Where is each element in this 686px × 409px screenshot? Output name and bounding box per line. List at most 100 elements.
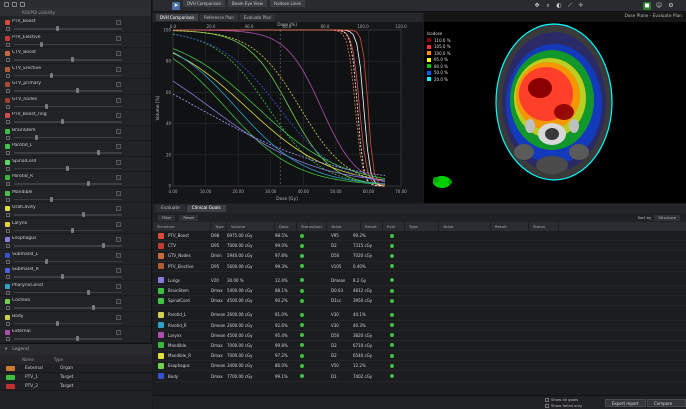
roi-slider-handle[interactable]	[50, 196, 54, 202]
roi-visibility-checkbox[interactable]	[116, 299, 121, 304]
roi-row[interactable]: SpinalCord	[0, 157, 151, 172]
crosshair-icon[interactable]: ✛	[577, 2, 585, 10]
roi-slider-handle[interactable]	[66, 165, 69, 171]
column-header[interactable]: Type	[405, 222, 439, 231]
roi-visibility-checkbox[interactable]	[116, 51, 121, 56]
roi-opacity-checkbox[interactable]	[6, 73, 10, 78]
pan-icon[interactable]: ✥	[533, 2, 541, 10]
roi-slider-handle[interactable]	[60, 119, 64, 124]
roi-color-swatch[interactable]	[5, 128, 10, 134]
roi-visibility-checkbox[interactable]	[116, 144, 121, 149]
roi-row[interactable]: PharynxConst	[0, 281, 151, 296]
table-row[interactable]: Lungs V20 30.00 % 12.4% Dmean 8.2 Gy	[153, 276, 686, 286]
roi-row[interactable]: Parotid_L	[0, 141, 151, 157]
roi-opacity-slider[interactable]	[14, 136, 122, 138]
roi-slider-handle[interactable]	[92, 305, 95, 310]
roi-visibility-checkbox[interactable]	[116, 128, 121, 134]
roi-opacity-slider[interactable]	[14, 183, 122, 185]
roi-color-swatch[interactable]	[5, 159, 10, 165]
roi-color-swatch[interactable]	[5, 330, 10, 335]
table-row[interactable]: Mandible_R Dmax 7000.00 cGy 97.2% D2 654…	[153, 351, 686, 362]
roi-visibility-checkbox[interactable]	[116, 314, 121, 320]
roi-row[interactable]: PTV_Boost_ring	[0, 110, 151, 126]
roi-slider-handle[interactable]	[102, 243, 106, 248]
filter-button[interactable]: Filter	[158, 214, 176, 221]
roi-visibility-checkbox[interactable]	[116, 159, 121, 165]
table-row[interactable]: Body Dmax 7700.00 cGy 99.1% D1 7402 cGy	[153, 371, 686, 382]
column-header[interactable]: Type	[211, 222, 227, 231]
roi-opacity-slider[interactable]	[14, 291, 122, 293]
roi-slider-handle[interactable]	[97, 150, 101, 155]
roi-slider-handle[interactable]	[34, 134, 38, 140]
roi-visibility-checkbox[interactable]	[116, 283, 121, 289]
roi-opacity-checkbox[interactable]	[6, 290, 10, 295]
roi-opacity-slider[interactable]	[14, 276, 122, 278]
roi-slider-handle[interactable]	[71, 57, 75, 62]
column-header[interactable]: Structure	[153, 222, 211, 231]
roi-color-swatch[interactable]	[5, 206, 10, 211]
roi-visibility-checkbox[interactable]	[116, 330, 121, 335]
roi-opacity-slider[interactable]	[14, 229, 122, 231]
roi-row[interactable]: BrainStem	[0, 126, 151, 141]
roi-opacity-checkbox[interactable]	[6, 182, 10, 186]
table-row[interactable]: Mandible Dmax 7000.00 cGy 99.8% D2 6710 …	[153, 341, 686, 352]
sort-select[interactable]: Structure	[654, 214, 680, 221]
roi-opacity-slider[interactable]	[14, 198, 122, 200]
redo-icon[interactable]	[12, 1, 17, 7]
roi-visibility-checkbox[interactable]	[116, 175, 121, 180]
roi-slider-handle[interactable]	[50, 72, 54, 78]
ct-image[interactable]	[424, 22, 686, 203]
roi-visibility-checkbox[interactable]	[116, 206, 121, 211]
tab-evaluate[interactable]: Evaluate	[156, 205, 185, 212]
roi-visibility-checkbox[interactable]	[116, 190, 121, 196]
roi-visibility-checkbox[interactable]	[116, 113, 121, 118]
table-row[interactable]: Parotid_R Dmean 2600.00 cGy 92.6% V30 40…	[153, 321, 686, 331]
column-header[interactable]: Result	[491, 222, 529, 231]
roi-opacity-checkbox[interactable]	[6, 321, 10, 326]
roi-color-swatch[interactable]	[5, 51, 10, 56]
roi-row[interactable]: Submand_L	[0, 250, 151, 265]
window-level-icon[interactable]: ◐	[555, 2, 563, 10]
roi-visibility-checkbox[interactable]	[116, 97, 121, 103]
roi-row[interactable]: PTV_Elective	[0, 33, 151, 48]
export-report-button[interactable]: Export report	[605, 399, 646, 407]
roi-opacity-checkbox[interactable]	[6, 58, 10, 62]
add-icon[interactable]	[20, 1, 25, 7]
roi-opacity-checkbox[interactable]	[6, 244, 10, 248]
pointer-icon[interactable]: ➤	[172, 2, 180, 10]
table-row[interactable]: Parotid_L Dmean 2600.00 cGy 81.0% V30 44…	[153, 310, 686, 321]
person-icon[interactable]: ☺	[655, 2, 663, 10]
roi-color-swatch[interactable]	[5, 20, 10, 25]
roi-row[interactable]: CTV_Elective	[0, 64, 151, 79]
roi-color-swatch[interactable]	[5, 113, 10, 118]
roi-color-swatch[interactable]	[5, 66, 10, 72]
settings-icon[interactable]: ⚙	[667, 2, 675, 10]
roi-slider-handle[interactable]	[40, 41, 43, 47]
column-header[interactable]: Value	[439, 222, 491, 231]
roi-opacity-checkbox[interactable]	[6, 213, 10, 217]
table-row[interactable]: Larynx Dmean 4500.00 cGy 95.4% D50 3820 …	[153, 331, 686, 341]
roi-color-swatch[interactable]	[5, 252, 10, 258]
table-row[interactable]: CTV D95 7000.00 cGy 99.0% D2 7315 cGy	[153, 241, 686, 252]
roi-opacity-checkbox[interactable]	[6, 120, 10, 124]
roi-opacity-checkbox[interactable]	[6, 151, 10, 155]
roi-slider-handle[interactable]	[76, 336, 80, 341]
roi-opacity-checkbox[interactable]	[6, 306, 10, 310]
roi-color-swatch[interactable]	[5, 190, 10, 196]
roi-visibility-checkbox[interactable]	[116, 252, 121, 258]
roi-slider-handle[interactable]	[45, 103, 49, 109]
column-header[interactable]: Eval	[383, 222, 405, 231]
roi-color-swatch[interactable]	[5, 144, 10, 149]
tab-isodose-lines[interactable]: Isodose Lines	[269, 0, 305, 7]
roi-opacity-slider[interactable]	[14, 307, 122, 309]
roi-opacity-slider[interactable]	[14, 105, 122, 107]
table-row[interactable]: PTV_Elective D95 5600.00 cGy 99.3% V105 …	[153, 262, 686, 272]
roi-row[interactable]: Submand_R	[0, 265, 151, 281]
roi-row[interactable]: Mandible	[0, 188, 151, 203]
roi-opacity-checkbox[interactable]	[6, 228, 10, 233]
roi-row[interactable]: External	[0, 327, 151, 343]
roi-visibility-checkbox[interactable]	[116, 268, 121, 273]
tab-clinical-goals[interactable]: Clinical Goals	[186, 205, 226, 212]
roi-slider-handle[interactable]	[60, 274, 64, 279]
measure-icon[interactable]: ⟋	[566, 2, 574, 10]
